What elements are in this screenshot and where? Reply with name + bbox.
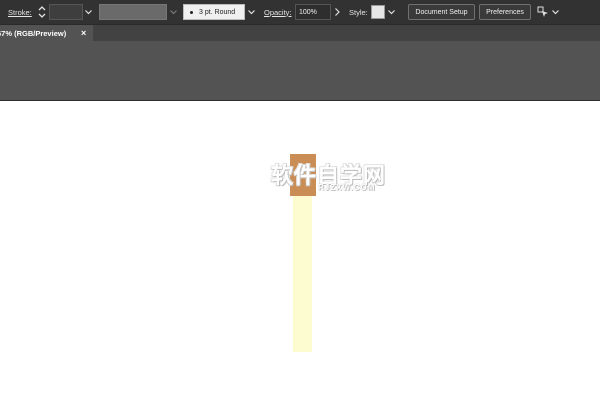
pasteboard xyxy=(0,41,600,101)
variable-width-profile-field[interactable] xyxy=(99,4,167,20)
opacity-input[interactable]: 100% xyxy=(295,4,331,20)
document-tab-bar: 67% (RGB/Preview) × xyxy=(0,25,600,41)
chevron-down-icon xyxy=(388,9,395,14)
graphic-style-dropdown[interactable] xyxy=(386,4,397,20)
stroke-weight-field[interactable] xyxy=(49,4,83,20)
brush-definition-field[interactable]: 3 pt. Round xyxy=(183,4,245,20)
opacity-expand[interactable] xyxy=(332,4,343,20)
brush-dropdown[interactable] xyxy=(246,4,257,20)
select-similar-icon xyxy=(537,6,548,17)
document-tab-title: 67% (RGB/Preview) xyxy=(0,28,67,38)
cream-rectangle[interactable] xyxy=(293,193,312,352)
brush-dot-icon xyxy=(188,9,194,15)
stroke-weight-stepper[interactable] xyxy=(38,0,46,24)
arrange-documents-button[interactable] xyxy=(537,0,549,24)
style-label: Style: xyxy=(349,7,368,17)
opacity-label[interactable]: Opacity: xyxy=(264,0,292,24)
graphic-style-swatch[interactable] xyxy=(371,5,385,19)
watermark-latin: RJZXW.COM xyxy=(318,183,376,192)
document-tab[interactable]: 67% (RGB/Preview) × xyxy=(0,25,93,41)
arrange-dropdown[interactable] xyxy=(550,4,561,20)
chevron-down-icon xyxy=(170,9,177,14)
stroke-label: Stroke: xyxy=(8,7,32,17)
preferences-button[interactable]: Preferences xyxy=(479,4,531,20)
stroke-weight-dropdown[interactable] xyxy=(83,4,94,20)
stepper-arrows-icon xyxy=(38,6,46,18)
control-bar: Stroke: 3 pt. Round Opacity: 100% Style:… xyxy=(0,0,600,25)
close-icon[interactable]: × xyxy=(81,25,86,41)
chevron-right-icon xyxy=(335,8,340,16)
chevron-down-icon xyxy=(85,9,92,14)
variable-width-dropdown[interactable] xyxy=(168,4,179,20)
brush-label: 3 pt. Round xyxy=(199,8,236,16)
chevron-down-icon xyxy=(248,9,255,14)
document-setup-button[interactable]: Document Setup xyxy=(408,4,475,20)
chevron-down-icon xyxy=(552,9,559,14)
